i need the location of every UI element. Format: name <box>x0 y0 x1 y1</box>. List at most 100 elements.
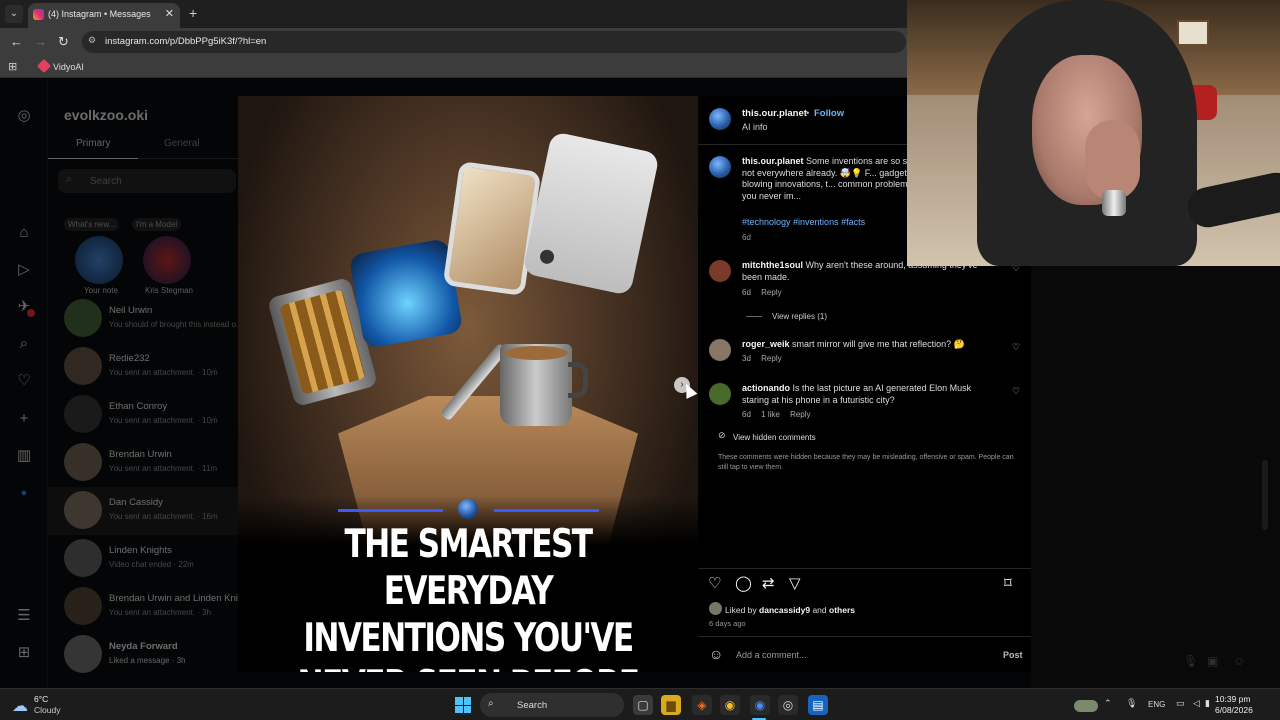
commenter-avatar[interactable] <box>709 260 731 282</box>
liked-by-user[interactable]: dancassidy9 <box>759 605 810 615</box>
comment-icon[interactable]: ◯ <box>735 574 752 592</box>
emoji-icon[interactable]: ☺ <box>709 646 723 662</box>
comment-user[interactable]: roger_weik <box>742 339 790 349</box>
language-indicator[interactable]: ENG <box>1148 700 1165 709</box>
follow-button[interactable]: Follow <box>814 108 844 119</box>
webcam-wristwatch <box>1102 190 1126 216</box>
account-username[interactable]: evolkzoo.oki <box>64 107 148 123</box>
conversation-item[interactable]: Brendan Urwin and Linden Knights You sen… <box>48 583 256 631</box>
forward-icon[interactable]: → <box>34 34 47 49</box>
comment-user[interactable]: mitchthe1soul <box>742 260 803 270</box>
also-from-meta-icon[interactable]: ⊞ <box>14 643 34 663</box>
new-tab-icon[interactable]: + <box>189 5 197 21</box>
brave-browser-icon[interactable]: ◈ <box>692 695 712 715</box>
caption-author[interactable]: this.our.planet <box>742 156 804 166</box>
comment-reply-button[interactable]: Reply <box>761 288 781 297</box>
view-replies-button[interactable]: View replies (1) <box>772 312 827 321</box>
avatar <box>64 587 102 625</box>
clock-time[interactable]: 10:39 pm <box>1215 694 1250 704</box>
ai-info-label[interactable]: AI info <box>742 122 768 132</box>
reload-icon[interactable]: ↻ <box>58 34 69 50</box>
comment-reply-button[interactable]: Reply <box>761 354 781 363</box>
conversation-item[interactable]: Brendan Urwin You sent an attachment. · … <box>48 439 240 487</box>
obs-icon[interactable]: ◎ <box>778 695 798 715</box>
conversation-name: Linden Knights <box>109 545 172 556</box>
note-kris-stegman[interactable]: I'm a Model Kris Stegman <box>132 218 196 298</box>
home-icon[interactable]: ⌂ <box>14 223 34 243</box>
windows-start-icon[interactable] <box>455 697 471 713</box>
chrome-icon[interactable]: ◉ <box>720 695 740 715</box>
address-bar[interactable]: ⚙ instagram.com/p/DbbPPg5iK3f/?hl=en <box>82 31 906 53</box>
comment-meta: 6d 1 like Reply <box>742 410 819 419</box>
voice-message-icon[interactable]: 🎙 <box>1183 654 1198 668</box>
photos-app-icon[interactable]: ▤ <box>808 695 828 715</box>
conversation-item[interactable]: Neyda Forward Liked a message · 3h <box>48 631 240 679</box>
weather-description[interactable]: Cloudy <box>34 705 60 715</box>
liked-by-others[interactable]: others <box>829 605 855 615</box>
file-explorer-icon[interactable]: ▆ <box>661 695 681 715</box>
create-icon[interactable]: + <box>14 409 34 429</box>
conversation-item[interactable]: Linden Knights Video chat ended · 22m <box>48 535 240 583</box>
post-comment-button[interactable]: Post <box>1003 650 1023 660</box>
apps-grid-icon[interactable]: ⊞ <box>8 60 17 73</box>
share-icon[interactable]: ▽ <box>789 574 801 592</box>
task-view-icon[interactable]: ▢ <box>633 695 653 715</box>
conversation-item[interactable]: Ethan Conroy You sent an attachment. · 1… <box>48 391 240 439</box>
commenter-avatar[interactable] <box>709 339 731 361</box>
save-bookmark-icon[interactable]: ⌑ <box>1004 574 1012 592</box>
search-icon[interactable]: ⌕ <box>14 334 34 354</box>
view-hidden-comments-button[interactable]: View hidden comments <box>733 433 816 442</box>
microphone-icon[interactable]: 🎙 <box>1126 698 1137 709</box>
author-avatar[interactable] <box>709 108 731 130</box>
taskbar-search-box[interactable]: ⌕ Search <box>480 693 1098 717</box>
more-menu-icon[interactable]: ☰ <box>14 606 34 626</box>
network-icon[interactable]: ▭ <box>1176 698 1185 709</box>
bookmark-vidyoai[interactable]: VidyoAI <box>53 62 84 72</box>
conversation-item-selected[interactable]: Dan Cassidy You sent an attachment. · 16… <box>48 487 240 535</box>
comment-like-icon[interactable]: ♡ <box>1012 342 1020 353</box>
avatar <box>75 236 123 284</box>
weather-temperature[interactable]: 6°C <box>34 694 48 704</box>
liked-by: Liked by dancassidy9 and others <box>725 605 855 615</box>
note-own[interactable]: What's new... Your note <box>64 218 128 298</box>
tab-close-icon[interactable]: ✕ <box>165 7 174 20</box>
show-hidden-icons-icon[interactable]: ⌃ <box>1104 698 1112 709</box>
sticker-icon[interactable]: ☺ <box>1233 654 1245 668</box>
repost-icon[interactable]: ⇄ <box>762 574 775 592</box>
dashboard-icon[interactable]: ▥ <box>14 446 34 466</box>
comment-like-icon[interactable]: ♡ <box>1012 386 1020 397</box>
volume-icon[interactable]: ◁ <box>1193 698 1200 709</box>
weather-cloud-icon[interactable]: ☁ <box>12 696 28 716</box>
tab-primary[interactable]: Primary <box>76 138 110 149</box>
tab-general[interactable]: General <box>164 138 200 149</box>
browser-tab[interactable]: (4) Instagram • Messages ✕ <box>28 3 180 28</box>
add-comment-input[interactable]: Add a comment... <box>736 650 807 660</box>
comment-user[interactable]: actionando <box>742 383 790 393</box>
instagram-logo-icon[interactable]: ◎ <box>14 106 34 126</box>
page-scrollbar[interactable] <box>1262 460 1268 530</box>
like-heart-icon[interactable]: ♡ <box>708 574 721 592</box>
messages-search-input[interactable]: ⌕ Search <box>58 169 236 193</box>
gadget-smart-mirror <box>442 160 542 297</box>
notifications-heart-icon[interactable]: ♡ <box>14 371 34 391</box>
conversation-preview: You sent an attachment. · 16m <box>109 512 218 521</box>
back-icon[interactable]: ← <box>10 34 23 49</box>
clock-date[interactable]: 6/08/2026 <box>1215 705 1253 715</box>
post-media[interactable]: THE SMARTEST EVERYDAY INVENTIONS YOU'VE … <box>238 96 698 672</box>
comment-likes[interactable]: 1 like <box>761 410 780 419</box>
tab-search-dropdown-icon[interactable]: ⌄ <box>5 5 23 23</box>
hashtags[interactable]: #technology #inventions #facts <box>742 217 865 227</box>
site-info-icon[interactable]: ⚙ <box>88 35 96 46</box>
commenter-avatar[interactable] <box>709 383 731 405</box>
conversation-item[interactable]: Neil Urwin You should of brought this in… <box>48 295 243 343</box>
profile-icon[interactable]: ● <box>14 483 34 503</box>
reels-icon[interactable]: ▷ <box>14 260 34 280</box>
chrome-active-icon[interactable]: ◉ <box>750 695 770 715</box>
add-photo-icon[interactable]: ▣ <box>1207 654 1218 668</box>
post-author[interactable]: this.our.planet <box>742 108 807 119</box>
comment-reply-button[interactable]: Reply <box>790 410 810 419</box>
battery-icon[interactable]: ▮ <box>1205 698 1210 709</box>
conversation-item[interactable]: Redie232 You sent an attachment. · 10m <box>48 343 240 391</box>
caption-author-avatar[interactable] <box>709 156 731 178</box>
post-time-ago: 6 days ago <box>709 619 746 628</box>
